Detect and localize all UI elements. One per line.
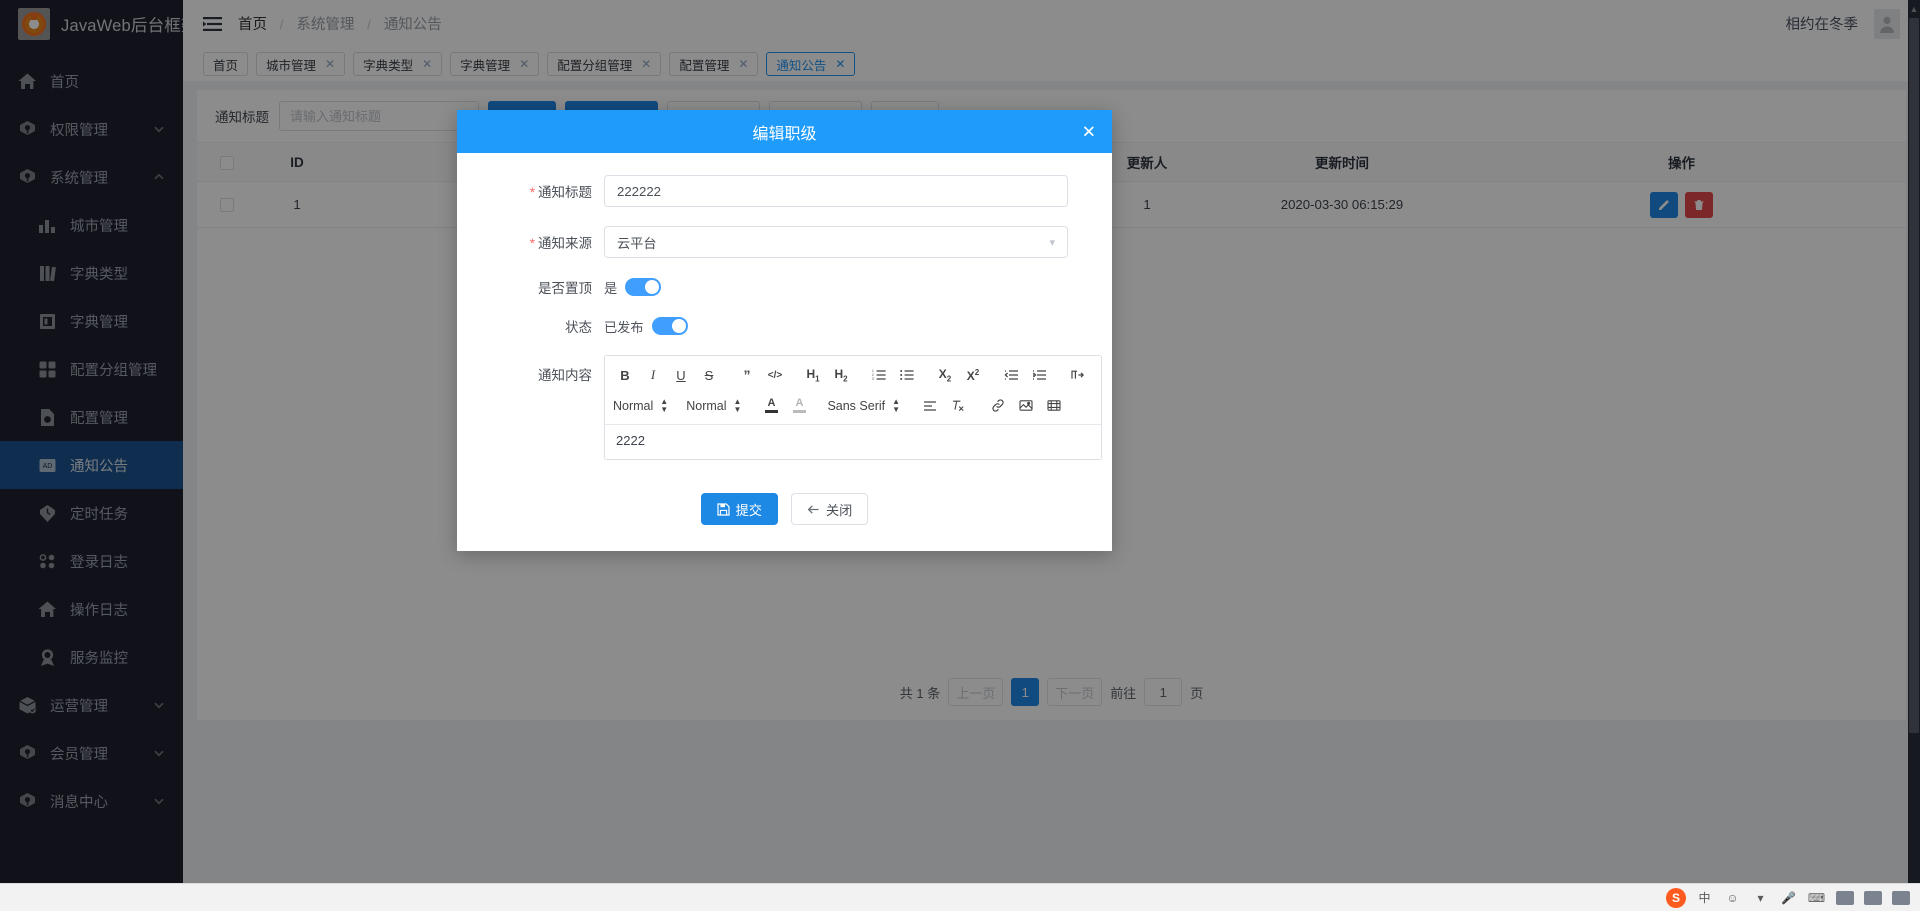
notice-source-select[interactable]: 云平台 ▾: [604, 226, 1068, 258]
toolbox-icon[interactable]: [1863, 888, 1882, 907]
updown-arrow-icon: ▲ ▼: [660, 397, 669, 414]
chevron-down-icon: ▾: [1049, 236, 1055, 249]
strikethrough-icon[interactable]: S: [697, 364, 721, 386]
updown-arrow-icon: ▲ ▼: [733, 397, 742, 414]
is-top-label: 是否置顶: [538, 281, 592, 296]
smiley-icon[interactable]: ☺: [1723, 888, 1742, 907]
modal-body: *通知标题 *通知来源 云平台 ▾ 是否置顶 是: [457, 153, 1112, 551]
subscript-icon[interactable]: X2: [933, 364, 957, 386]
notice-content-label: 通知内容: [538, 368, 592, 383]
input-mode-label[interactable]: 中: [1695, 888, 1714, 907]
status-toggle[interactable]: [651, 317, 688, 335]
image-icon[interactable]: [1835, 888, 1854, 907]
modal-title: 编辑职级: [752, 125, 817, 143]
required-marker: *: [529, 185, 535, 200]
modal-header: 编辑职级 ✕: [457, 110, 1112, 153]
image-icon[interactable]: [1014, 395, 1038, 417]
bold-icon[interactable]: B: [613, 364, 637, 386]
submit-button[interactable]: 提交: [700, 493, 778, 525]
close-label: 关闭: [826, 502, 853, 518]
editor-select-4[interactable]: Sans Serif ▲ ▼: [827, 397, 901, 414]
keyboard-icon[interactable]: ⌨: [1807, 888, 1826, 907]
updown-arrow-icon: ▲ ▼: [892, 397, 901, 414]
field-row-source: * 通知来源 云平台 ▾: [457, 226, 1112, 258]
field-row-top: 是否置顶 是: [457, 277, 1112, 297]
editor-select-1[interactable]: Normal ▲ ▼: [686, 397, 742, 414]
link-icon[interactable]: [986, 395, 1010, 417]
notice-source-value: 云平台: [617, 235, 657, 251]
heading-1-icon[interactable]: H1: [801, 364, 825, 386]
ordered-list-icon[interactable]: 123: [867, 364, 891, 386]
video-icon[interactable]: [1042, 395, 1066, 417]
field-row-status: 状态 已发布: [457, 316, 1112, 336]
editor-select-label: Normal: [613, 398, 654, 413]
field-row-content: 通知内容 B I U S ” </> H1 H2 1 2 3 X2 X2 Normal ▲ ▼ Normal ▲…: [457, 355, 1112, 460]
indent-icon[interactable]: [1027, 364, 1051, 386]
editor-toolbar-row-1: B I U S ” </> H1 H2 1 2 3 X2 X2: [613, 362, 1093, 388]
rich-text-editor: B I U S ” </> H1 H2 1 2 3 X2 X2 Normal ▲ ▼ Normal ▲ ▼ A A Sa…: [604, 355, 1102, 460]
close-button[interactable]: 关闭: [791, 493, 869, 525]
os-taskbar: S 中 ☺ ▾ 🎤 ⌨: [0, 883, 1920, 911]
modal-footer: 提交 关闭: [457, 479, 1112, 551]
is-top-control: 是: [604, 278, 1112, 297]
is-top-value: 是: [604, 280, 618, 296]
editor-toolbar: B I U S ” </> H1 H2 1 2 3 X2 X2 Normal ▲ ▼ Normal ▲ ▼ A A Sa…: [605, 356, 1101, 425]
notice-title-control: [604, 175, 1112, 207]
text-direction-icon[interactable]: [1065, 364, 1089, 386]
editor-select-0[interactable]: Normal ▲ ▼: [613, 397, 669, 414]
notice-content-control: B I U S ” </> H1 H2 1 2 3 X2 X2 Normal ▲ ▼ Normal ▲ ▼ A A Sa…: [604, 355, 1146, 460]
status-value: 已发布: [604, 319, 644, 335]
clear-format-icon[interactable]: [946, 395, 970, 417]
code-icon[interactable]: </>: [763, 364, 787, 386]
status-control: 已发布: [604, 317, 1112, 336]
notice-content-textarea[interactable]: 2222: [605, 425, 1101, 459]
microphone-icon[interactable]: 🎤: [1779, 888, 1798, 907]
notice-title-input[interactable]: [604, 175, 1068, 207]
edit-notice-modal: 编辑职级 ✕ *通知标题 *通知来源 云平台 ▾ 是否置顶: [457, 110, 1112, 551]
align-left-icon[interactable]: [918, 395, 942, 417]
underline-icon[interactable]: U: [669, 364, 693, 386]
notice-source-control: 云平台 ▾: [604, 226, 1112, 258]
submit-label: 提交: [735, 502, 762, 518]
is-top-toggle[interactable]: [625, 278, 662, 296]
status-label: 状态: [565, 320, 592, 335]
sogou-logo-icon[interactable]: S: [1666, 887, 1686, 908]
background-color-icon[interactable]: A: [787, 395, 811, 417]
notice-title-label: * 通知标题: [529, 185, 592, 200]
heading-2-icon[interactable]: H2: [829, 364, 853, 386]
editor-select-label: Normal: [686, 398, 727, 413]
notice-source-label: * 通知来源: [529, 236, 592, 251]
close-icon[interactable]: ✕: [1082, 123, 1096, 140]
svg-text:3: 3: [872, 377, 874, 381]
field-row-title: * 通知标题: [457, 175, 1112, 207]
required-marker: *: [529, 236, 535, 251]
blockquote-icon[interactable]: ”: [735, 364, 759, 386]
dropdown-icon[interactable]: ▾: [1751, 888, 1770, 907]
bullet-list-icon[interactable]: [895, 364, 919, 386]
superscript-icon[interactable]: X2: [961, 364, 985, 386]
font-color-icon[interactable]: A: [759, 395, 783, 417]
italic-icon[interactable]: I: [641, 364, 665, 386]
outdent-icon[interactable]: [999, 364, 1023, 386]
menu-icon[interactable]: [1891, 888, 1910, 907]
editor-select-label: Sans Serif: [827, 398, 886, 413]
editor-toolbar-row-2: Normal ▲ ▼ Normal ▲ ▼ A A Sans Serif ▲ ▼: [613, 391, 1093, 420]
